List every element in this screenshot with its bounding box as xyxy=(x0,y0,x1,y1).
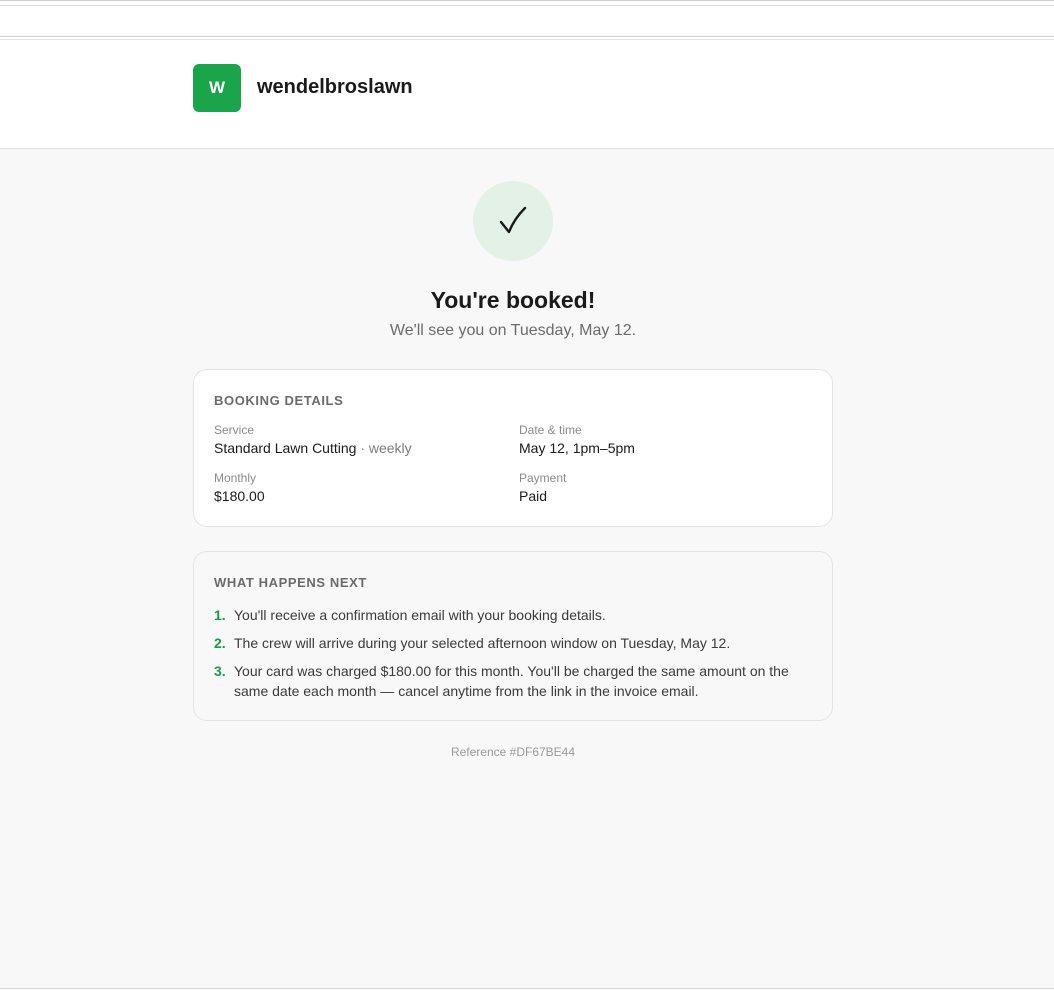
datetime-value: May 12, 1pm–5pm xyxy=(519,440,635,456)
service-frequency: · weekly xyxy=(356,440,412,456)
list-item: 3. Your card was charged $180.00 for thi… xyxy=(214,661,814,701)
booking-reference: Reference #DF67BE44 xyxy=(450,745,576,759)
step-number: 3. xyxy=(214,663,226,679)
next-steps-heading: WHAT HAPPENS NEXT xyxy=(214,575,367,590)
service-label: Service xyxy=(214,423,255,437)
monthly-value: $180.00 xyxy=(214,488,265,504)
step-number: 1. xyxy=(214,607,226,623)
list-item: 1. You'll receive a confirmation email w… xyxy=(214,605,814,625)
browser-top-strip xyxy=(0,0,1054,40)
step-text: The crew will arrive during your selecte… xyxy=(234,635,731,651)
checkmark-icon xyxy=(499,206,527,234)
success-badge xyxy=(473,181,553,261)
brand-logo: W xyxy=(193,64,241,112)
payment-label: Payment xyxy=(519,471,567,485)
brand-name: wendelbroslawn xyxy=(257,76,413,98)
payment-value: Paid xyxy=(519,488,548,504)
service-name: Standard Lawn Cutting xyxy=(214,440,357,456)
step-text: You'll receive a confirmation email with… xyxy=(234,607,606,623)
site-header: W wendelbroslawn xyxy=(0,40,1054,149)
service-value: Standard Lawn Cutting · weekly xyxy=(214,440,412,456)
brand-logo-initial: W xyxy=(208,78,226,97)
next-steps-list: 1. You'll receive a confirmation email w… xyxy=(214,605,814,709)
step-number: 2. xyxy=(214,635,226,651)
booking-details-heading: BOOKING DETAILS xyxy=(214,393,344,408)
divider xyxy=(0,36,1054,37)
page-subtitle: We'll see you on Tuesday, May 12. xyxy=(389,322,637,339)
booking-details-card: BOOKING DETAILS Service Standard Lawn Cu… xyxy=(193,369,833,527)
list-item: 2. The crew will arrive during your sele… xyxy=(214,633,814,653)
datetime-label: Date & time xyxy=(519,423,582,437)
monthly-label: Monthly xyxy=(214,471,257,485)
divider xyxy=(0,5,1054,6)
divider xyxy=(0,988,1054,989)
next-steps-card: WHAT HAPPENS NEXT 1. You'll receive a co… xyxy=(193,551,833,721)
page-title: You're booked! xyxy=(430,287,596,313)
step-text: Your card was charged $180.00 for this m… xyxy=(234,663,789,699)
